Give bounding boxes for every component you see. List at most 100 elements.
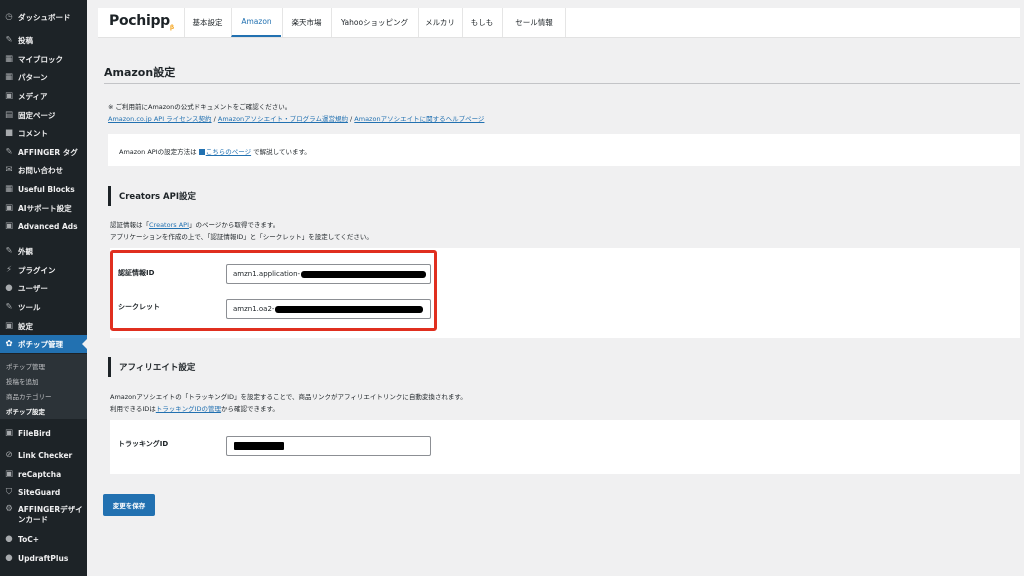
folder-icon: ▣ <box>4 427 14 438</box>
tab-amazon[interactable]: Amazon <box>231 8 281 37</box>
sidebar-item-label: プラグイン <box>18 265 56 275</box>
creators-api-link[interactable]: Creators API <box>149 221 189 229</box>
sidebar-item-label: AFFINGER タグ <box>18 147 78 157</box>
sidebar-item-1[interactable]: ✎ 投稿 <box>0 31 87 49</box>
tab-basic-settings[interactable]: 基本設定 <box>184 8 230 37</box>
creators-instructions: アプリケーションを作成の上で、「認証情報ID」と「シークレット」を設定してくださ… <box>110 233 373 241</box>
admin-sidebar: ◷ ダッシュボード ✎ 投稿 ▦ マイブロック ▦ パターン ▣ メディア ▤ 固定ページ ■ コメント ✎… <box>0 0 87 576</box>
associate-help-link[interactable]: Amazonアソシエイトに関するヘルプページ <box>354 115 484 123</box>
sidebar-item-24[interactable]: ● UpdraftPlus <box>0 549 87 567</box>
notice-text: ※ ご利用前にAmazonの公式ドキュメントをご確認ください。 <box>108 103 292 111</box>
sidebar-item-8[interactable]: ✉ お問い合わせ <box>0 161 87 179</box>
sidebar-item-12[interactable]: ✎ 外観 <box>0 242 87 260</box>
sidebar-item-label: ユーザー <box>18 283 48 293</box>
sidebar-item-label: SiteGuard <box>18 487 61 497</box>
sidebar-item-22[interactable]: ⚙ AFFINGERデザインカード <box>0 502 87 530</box>
sidebar-item-6[interactable]: ■ コメント <box>0 124 87 142</box>
tab-yahoo-shopping[interactable]: Yahooショッピング <box>331 8 417 37</box>
sidebar-item-5[interactable]: ▤ 固定ページ <box>0 106 87 124</box>
sidebar-item-10[interactable]: ▣ AIサポート設定 <box>0 199 87 217</box>
submenu-item-add-post[interactable]: 投稿を追加 <box>6 376 39 386</box>
sidebar-item-label: AIサポート設定 <box>18 203 72 213</box>
tool-icon: ✎ <box>5 301 13 312</box>
sidebar-item-label: Useful Blocks <box>18 184 75 194</box>
tab-sale-info[interactable]: セール情報 <box>502 8 566 37</box>
sidebar-item-4[interactable]: ▣ メディア <box>0 87 87 105</box>
sidebar-item-3[interactable]: ▦ パターン <box>0 68 87 86</box>
sidebar-item-label: パターン <box>18 72 48 82</box>
submenu-item-pochipp-manage[interactable]: ポチップ管理 <box>6 361 45 371</box>
active-menu-arrow <box>82 338 88 350</box>
link-icon: ⊘ <box>5 449 13 460</box>
creators-api-heading: Creators API設定 <box>108 186 196 206</box>
comment-icon: ■ <box>4 127 14 138</box>
blocks-icon: ▦ <box>4 53 14 64</box>
blocks-icon: ▦ <box>4 183 14 194</box>
submenu-item-product-category[interactable]: 商品カテゴリー <box>6 391 52 401</box>
tab-moshimo[interactable]: もしも <box>462 8 501 37</box>
affiliate-desc: Amazonアソシエイトの「トラッキングID」を設定することで、商品リンクがアフ… <box>110 393 467 401</box>
sidebar-item-label: ToC+ <box>18 534 40 544</box>
highlight-annotation <box>110 250 437 331</box>
doc-icon <box>198 149 205 155</box>
patterns-icon: ▦ <box>4 71 14 82</box>
sidebar-item-label: 固定ページ <box>18 110 56 120</box>
sidebar-item-11[interactable]: ▣ Advanced Ads <box>0 217 87 235</box>
ai-icon: ▣ <box>4 202 14 213</box>
sidebar-item-23[interactable]: ● ToC+ <box>0 530 87 548</box>
user-icon: ● <box>5 282 13 293</box>
pochipp-icon: ✿ <box>5 338 13 349</box>
tab-mercari[interactable]: メルカリ <box>418 8 461 37</box>
sidebar-item-7[interactable]: ✎ AFFINGER タグ <box>0 143 87 161</box>
submenu-item-pochipp-settings[interactable]: ポチップ設定 <box>6 406 45 416</box>
sidebar-item-14[interactable]: ● ユーザー <box>0 279 87 297</box>
sidebar-item-label: コメント <box>18 128 48 138</box>
save-changes-button[interactable]: 変更を保存 <box>103 494 155 516</box>
sidebar-item-18[interactable]: ▣ FileBird <box>0 424 87 442</box>
sidebar-item-label: メディア <box>18 91 48 101</box>
sidebar-item-label: 投稿 <box>18 35 33 45</box>
creators-desc: 認証情報は「Creators API」のページから取得できます。 <box>110 221 280 229</box>
sidebar-item-17[interactable]: ✿ ポチップ管理 <box>0 335 87 353</box>
plugin-icon: ⚡ <box>6 264 12 275</box>
sidebar-item-label: ツール <box>18 302 41 312</box>
sidebar-item-21[interactable]: ⛉ SiteGuard <box>0 483 87 501</box>
shield-icon: ⛉ <box>5 486 13 497</box>
sidebar-item-label: ダッシュボード <box>18 12 71 22</box>
sidebar-item-label: 外観 <box>18 246 33 256</box>
pochipp-logo: Pochippβ <box>109 13 174 31</box>
tab-rakuten[interactable]: 楽天市場 <box>282 8 330 37</box>
sidebar-item-20[interactable]: ▣ reCaptcha <box>0 465 87 483</box>
sidebar-item-2[interactable]: ▦ マイブロック <box>0 50 87 68</box>
tracking-id-label: トラッキングID <box>118 440 169 448</box>
settings-nav: Pochippβ 基本設定 Amazon 楽天市場 Yahooショッピング メル… <box>98 8 1020 38</box>
gear-icon: ⚙ <box>5 504 13 514</box>
pin-icon: ✎ <box>5 34 13 45</box>
sidebar-item-label: FileBird <box>18 428 51 438</box>
api-guide-link[interactable]: こちらのページ <box>206 148 251 156</box>
mail-icon: ✉ <box>5 164 13 175</box>
pochipp-submenu: ポチップ管理 投稿を追加 商品カテゴリー ポチップ設定 <box>0 354 87 419</box>
api-note-text: Amazon APIの設定方法は こちらのページ で解説しています。 <box>119 148 311 156</box>
sidebar-item-label: reCaptcha <box>18 469 62 479</box>
sidebar-item-0[interactable]: ◷ ダッシュボード <box>0 8 87 26</box>
doc-links: Amazon.co.jp API ライセンス契約 / Amazonアソシエイト・… <box>108 115 485 123</box>
tracking-id-input[interactable] <box>226 436 431 456</box>
sidebar-item-label: ポチップ管理 <box>18 339 63 349</box>
media-icon: ▣ <box>4 90 14 101</box>
sidebar-item-9[interactable]: ▦ Useful Blocks <box>0 180 87 198</box>
sidebar-item-label: UpdraftPlus <box>18 553 69 563</box>
api-license-link[interactable]: Amazon.co.jp API ライセンス契約 <box>108 115 212 123</box>
associate-terms-link[interactable]: Amazonアソシエイト・プログラム運営規約 <box>218 115 348 123</box>
page-title: Amazon設定 <box>104 66 176 79</box>
recaptcha-icon: ▣ <box>4 468 14 479</box>
tracking-id-form: トラッキングID <box>110 420 1020 474</box>
sidebar-item-label: AFFINGERデザインカード <box>18 505 83 524</box>
ads-icon: ▣ <box>4 220 14 231</box>
tracking-id-manage-link[interactable]: トラッキングIDの管理 <box>156 405 221 413</box>
sidebar-item-16[interactable]: ▣ 設定 <box>0 317 87 335</box>
sidebar-item-19[interactable]: ⊘ Link Checker <box>0 446 87 464</box>
affiliate-desc-ids: 利用できるIDはトラッキングIDの管理から確認できます。 <box>110 405 279 413</box>
sidebar-item-15[interactable]: ✎ ツール <box>0 298 87 316</box>
sidebar-item-13[interactable]: ⚡ プラグイン <box>0 261 87 279</box>
